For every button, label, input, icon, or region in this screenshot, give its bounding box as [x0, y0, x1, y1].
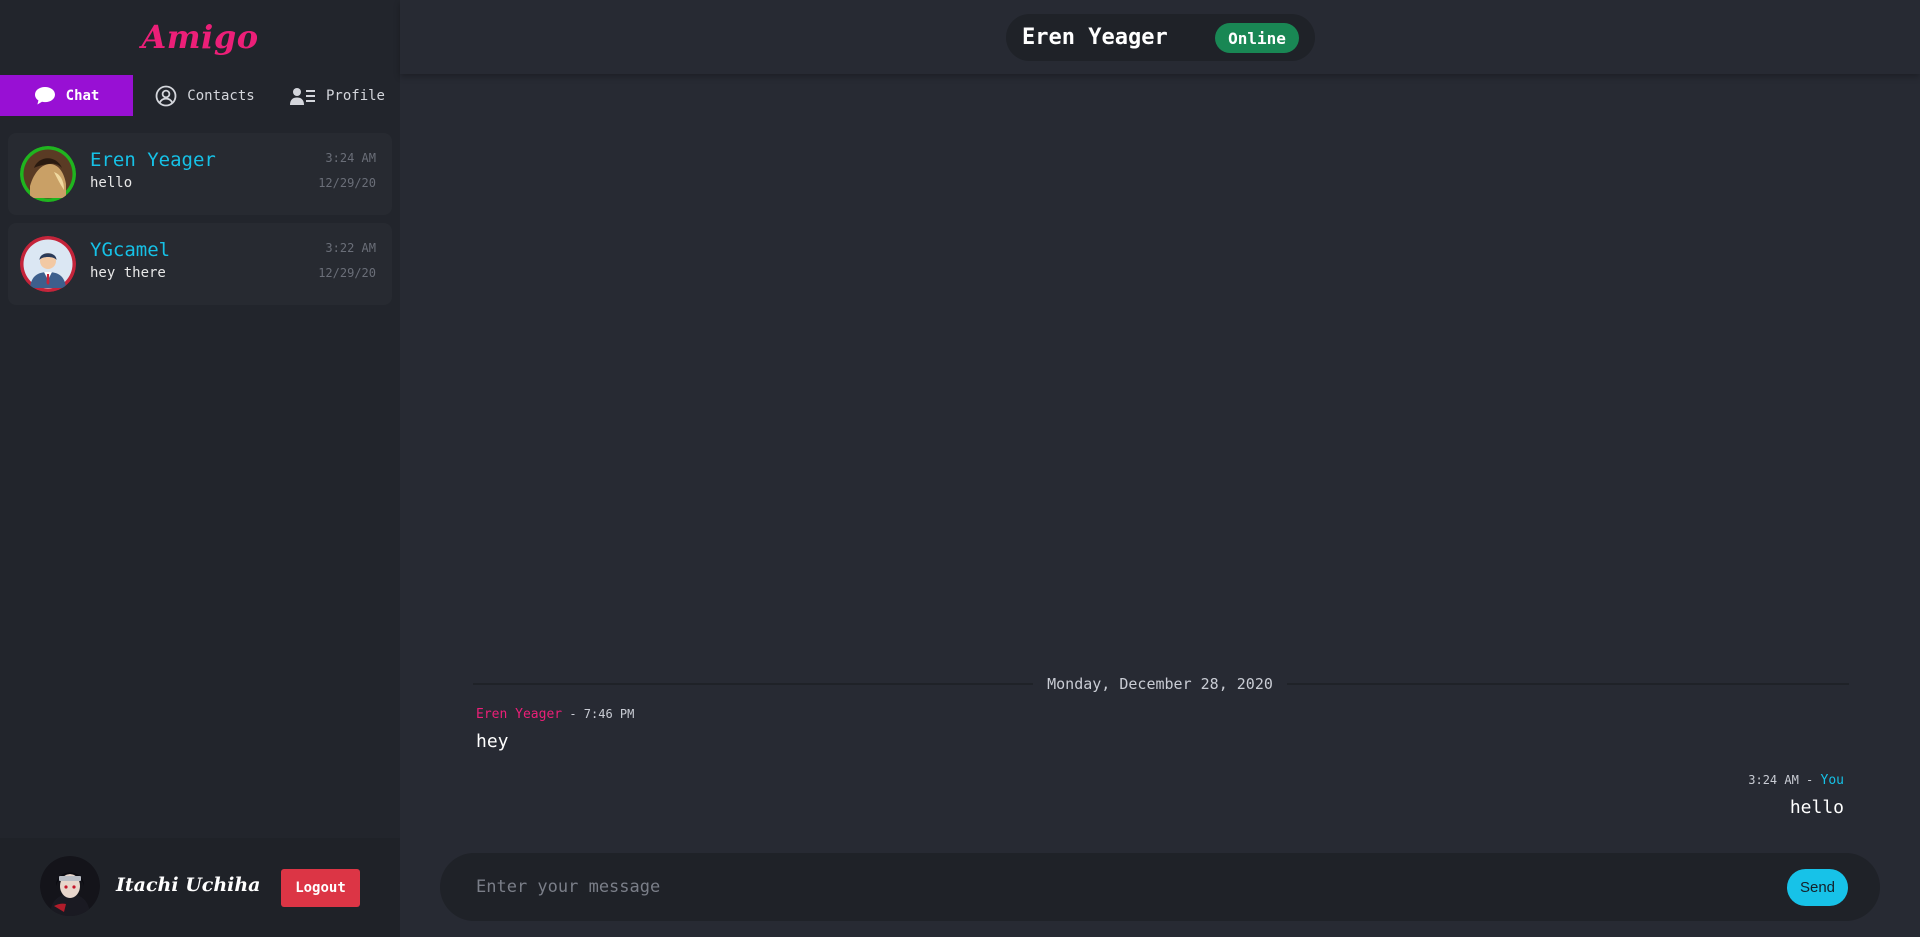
logout-button[interactable]: Logout: [281, 869, 360, 907]
message-composer: Send: [440, 853, 1880, 921]
conversation-name: Eren Yeager: [90, 149, 216, 171]
status-badge: Online: [1215, 23, 1299, 53]
message-sender: You: [1820, 773, 1844, 788]
conversation-date: 12/29/20: [318, 176, 376, 190]
conversation-preview: hey there: [90, 265, 166, 281]
avatar: [20, 146, 76, 202]
message-time: 7:46 PM: [583, 707, 635, 721]
message-sender: Eren Yeager: [476, 707, 563, 722]
message-time: 3:24 AM: [1748, 773, 1799, 787]
chat-contact-name: Eren Yeager: [1022, 25, 1168, 50]
conversation-time: 3:22 AM: [325, 241, 376, 255]
conversation-time: 3:24 AM: [325, 151, 376, 165]
send-button[interactable]: Send: [1787, 869, 1848, 906]
chat-header: Eren Yeager Online: [400, 0, 1920, 74]
user-list-icon: [289, 86, 316, 106]
message-input[interactable]: [476, 869, 1776, 905]
avatar: [20, 236, 76, 292]
message-text: hey: [476, 731, 509, 752]
chat-bubble-icon: [34, 86, 56, 106]
tab-contacts[interactable]: Contacts: [140, 75, 270, 116]
date-divider: Monday, December 28, 2020: [1047, 675, 1273, 693]
sidebar: Amigo Chat Contacts Profile Eren Yeager …: [0, 0, 400, 937]
brand-logo: Amigo: [141, 18, 259, 56]
current-user-name: Itachi Uchiha: [116, 874, 261, 896]
tab-chat-label: Chat: [65, 87, 100, 104]
tab-chat[interactable]: Chat: [0, 75, 133, 116]
conversation-preview: hello: [90, 175, 133, 191]
conversation-date: 12/29/20: [318, 266, 376, 280]
message-text: hello: [1789, 797, 1844, 818]
tab-profile[interactable]: Profile: [275, 75, 400, 116]
message-separator: -: [1798, 773, 1821, 787]
date-divider-line: [1287, 683, 1849, 685]
avatar: [40, 856, 100, 916]
date-divider-line: [473, 683, 1033, 685]
sidebar-tabs: Chat Contacts Profile: [0, 75, 400, 116]
conversation-item[interactable]: Eren Yeager hello 3:24 AM 12/29/20: [8, 133, 392, 215]
message-separator: -: [562, 707, 584, 721]
message-meta: Eren Yeager - 7:46 PM: [476, 707, 634, 722]
conversation-name: YGcamel: [90, 239, 171, 261]
conversation-item[interactable]: YGcamel hey there 3:22 AM 12/29/20: [8, 223, 392, 305]
message-meta: 3:24 AM - You: [1748, 773, 1844, 788]
tab-contacts-label: Contacts: [187, 87, 255, 104]
contact-header-pill: Eren Yeager Online: [1006, 14, 1315, 61]
user-circle-icon: [155, 85, 177, 107]
tab-profile-label: Profile: [325, 87, 385, 104]
current-user-bar: Itachi Uchiha Logout: [0, 838, 400, 937]
